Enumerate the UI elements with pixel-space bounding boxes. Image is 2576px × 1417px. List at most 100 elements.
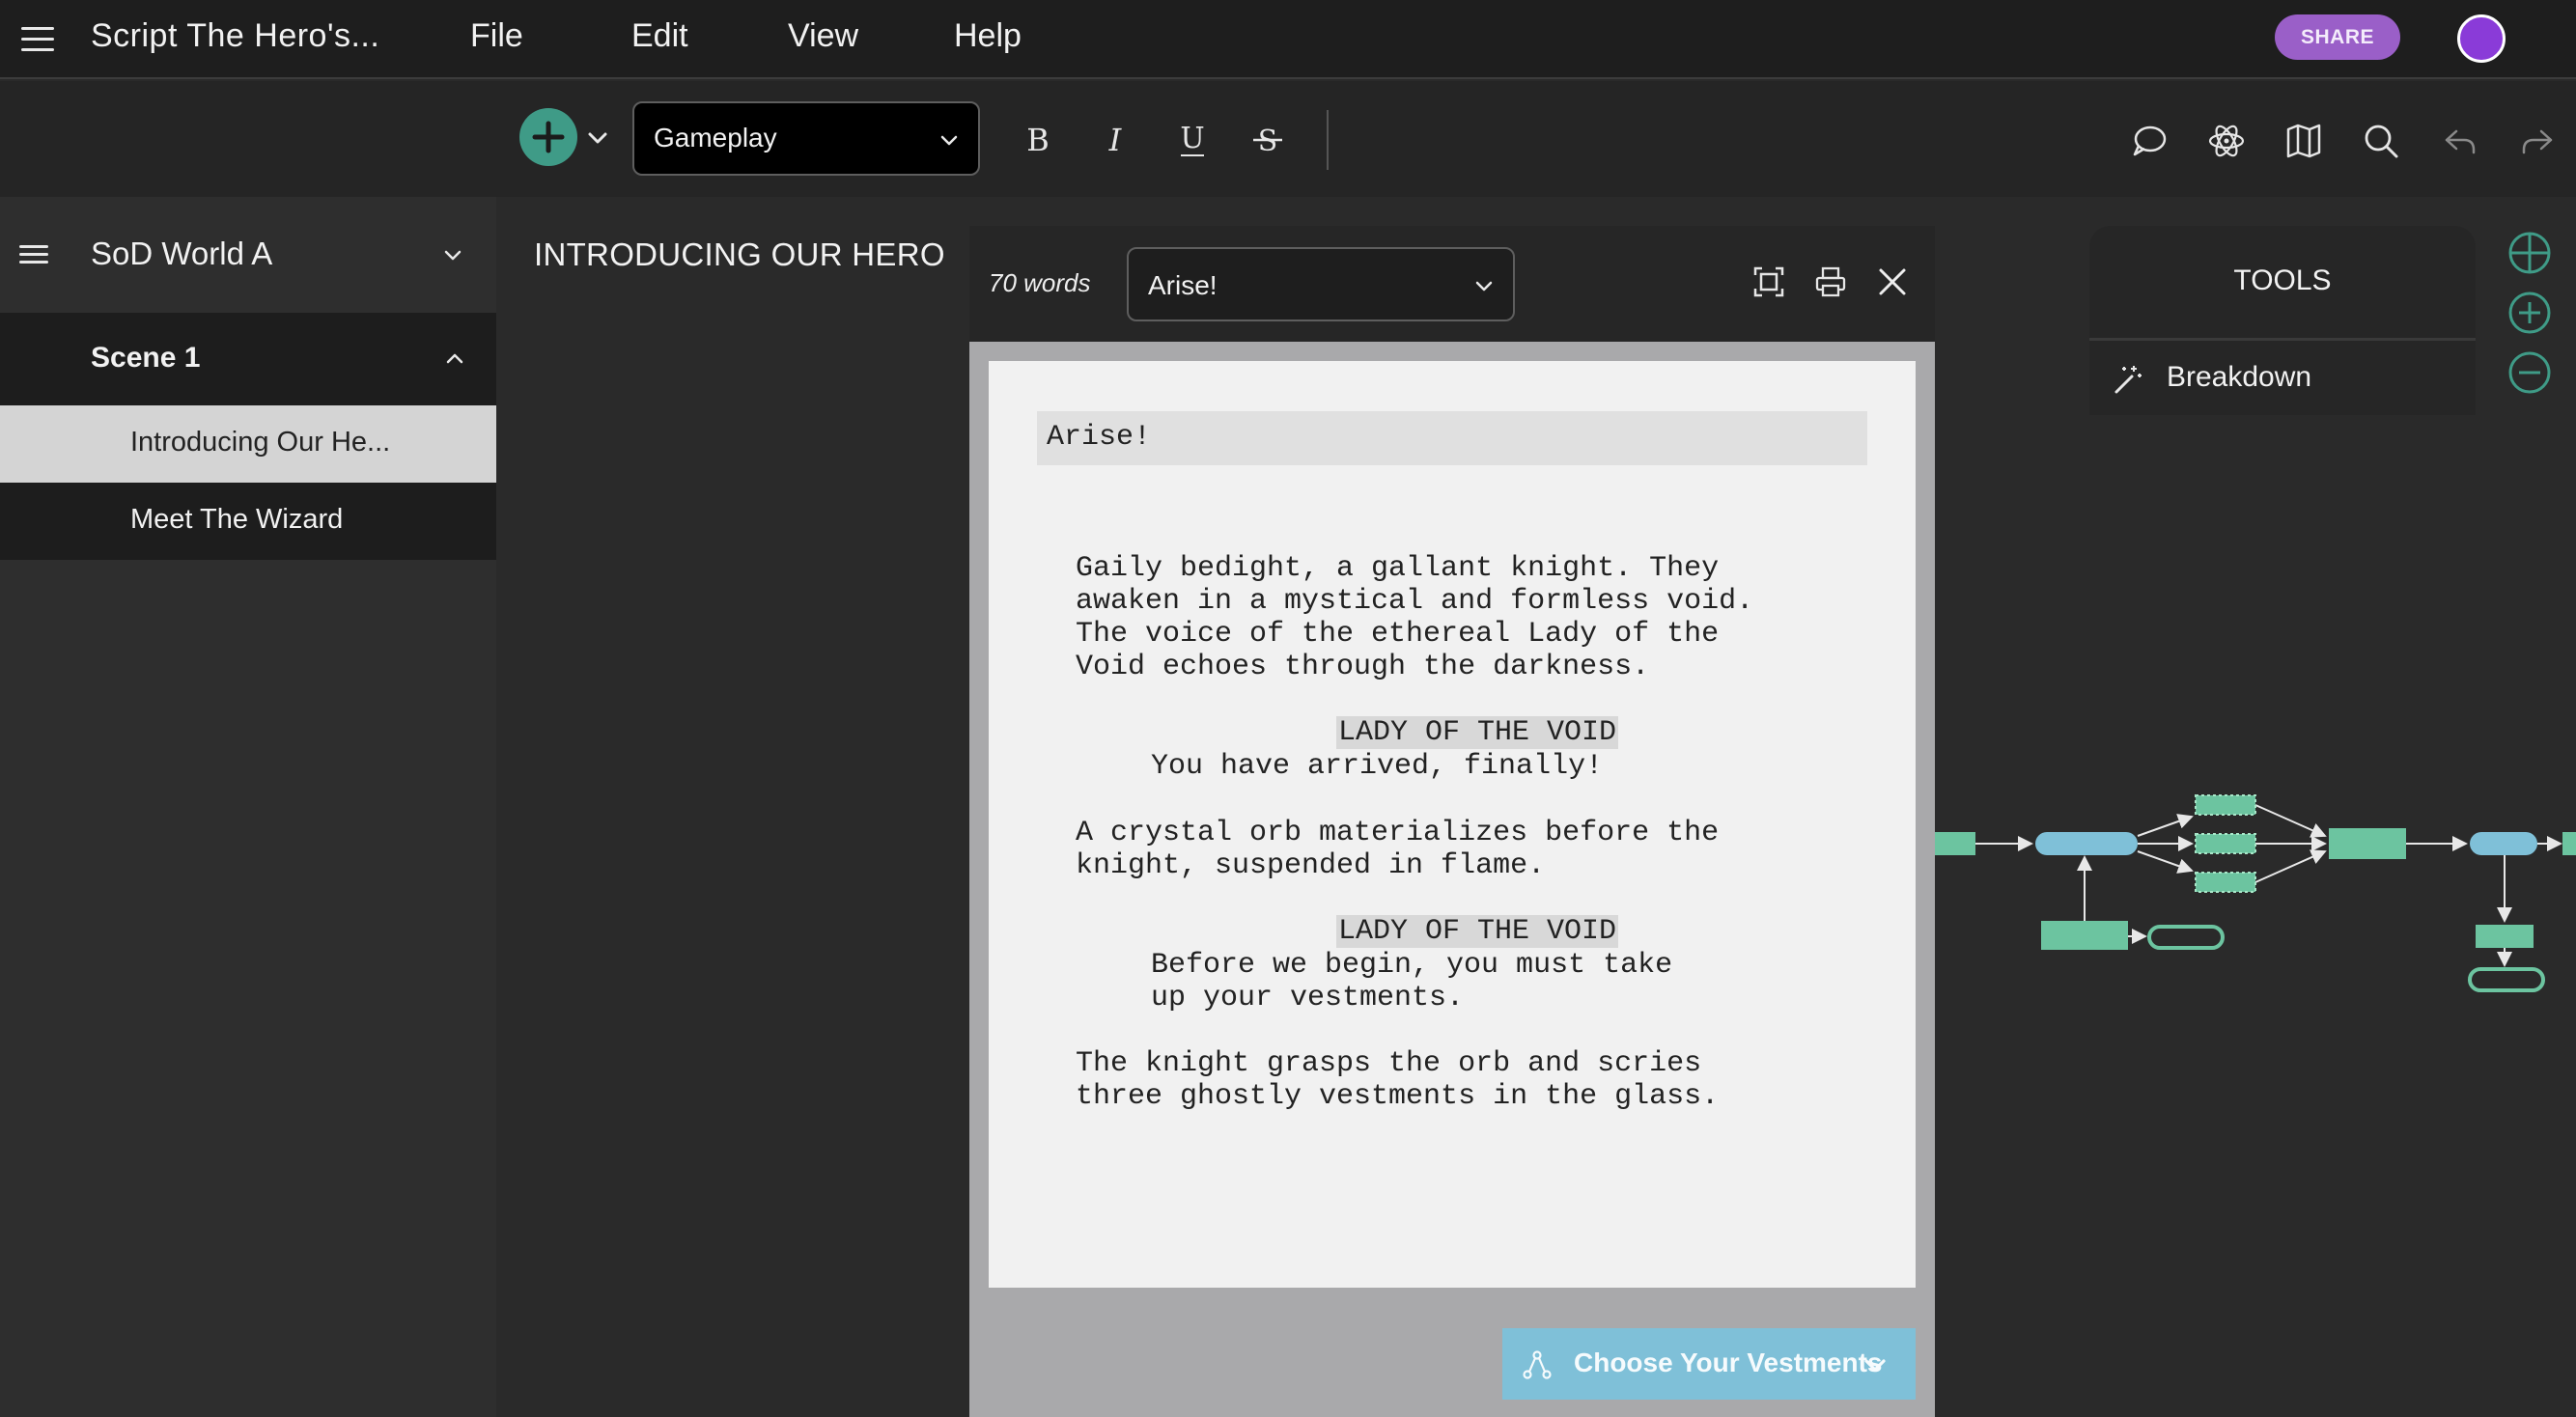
underline-icon: U <box>1180 122 1205 156</box>
redo-button[interactable] <box>2516 120 2559 162</box>
print-button[interactable] <box>1811 263 1850 301</box>
chevron-down-icon[interactable] <box>585 125 610 151</box>
map-button[interactable] <box>2282 120 2325 162</box>
script-heading-block[interactable]: Arise! <box>1037 411 1867 465</box>
menu-edit[interactable]: Edit <box>631 17 688 55</box>
atom-button[interactable] <box>2205 120 2248 162</box>
search-button[interactable] <box>2360 120 2402 162</box>
undo-button[interactable] <box>2439 120 2481 162</box>
svg-text:U: U <box>1180 122 1204 155</box>
add-block-button[interactable] <box>519 108 577 166</box>
strikethrough-button[interactable]: S <box>1246 117 1290 163</box>
magic-wand-icon <box>2111 363 2143 396</box>
character-name: LADY OF THE VOID <box>1336 716 1619 749</box>
zoom-in-icon <box>2508 292 2551 334</box>
comment-button[interactable] <box>2128 120 2170 162</box>
dialogue-line: up your vestments. <box>1151 982 1465 1014</box>
flow-node[interactable] <box>1935 832 1975 855</box>
word-count: 70 words <box>989 268 1091 297</box>
flow-node[interactable] <box>2476 925 2534 948</box>
choice-branch-button[interactable]: Choose Your Vestments <box>1502 1328 1916 1400</box>
action-line: The knight grasps the orb and scries <box>1076 1047 1702 1080</box>
block-type-value: Gameplay <box>654 123 777 153</box>
breakdown-tool[interactable]: Breakdown <box>2089 342 2476 415</box>
avatar[interactable] <box>2457 14 2506 63</box>
underline-button[interactable]: U <box>1170 117 1215 163</box>
fit-view-button[interactable] <box>2506 230 2553 276</box>
dialogue-line: You have arrived, finally! <box>1151 750 1604 783</box>
map-icon <box>2286 124 2321 158</box>
svg-text:I: I <box>1108 122 1123 158</box>
sidebar-scene-1[interactable]: Scene 1 <box>0 313 496 405</box>
share-button[interactable]: SHARE <box>2275 14 2400 60</box>
flow-node[interactable] <box>2195 794 2256 816</box>
flow-node[interactable] <box>2562 832 2576 855</box>
search-icon <box>2365 125 2398 158</box>
script-heading-text: Arise! <box>1047 421 1152 454</box>
sidebar-item-meet-the-wizard[interactable]: Meet The Wizard <box>0 483 496 560</box>
italic-button[interactable]: I <box>1093 117 1137 163</box>
zoom-out-icon <box>2508 351 2551 394</box>
close-icon <box>1879 268 1906 295</box>
action-line: awaken in a mystical and formless void. <box>1076 585 1754 618</box>
world-selector[interactable]: SoD World A <box>0 216 496 293</box>
branch-icon <box>1522 1349 1553 1380</box>
menu-file[interactable]: File <box>470 17 523 55</box>
flow-node[interactable] <box>2195 833 2256 854</box>
flow-node[interactable] <box>2035 832 2138 855</box>
sidebar-item-introducing-our-hero[interactable]: Introducing Our He... <box>0 405 496 483</box>
block-type-select[interactable]: Gameplay <box>632 101 980 176</box>
flow-node[interactable] <box>2041 921 2128 950</box>
close-button[interactable] <box>1873 263 1912 301</box>
menu-help[interactable]: Help <box>954 17 1022 55</box>
crosshair-icon <box>2508 232 2551 274</box>
action-line: three ghostly vestments in the glass. <box>1076 1080 1720 1113</box>
plus-icon <box>532 121 565 153</box>
character-name: LADY OF THE VOID <box>1336 915 1619 948</box>
outline-menu-icon[interactable] <box>19 245 48 264</box>
story-flow-graph[interactable] <box>1935 763 2576 1014</box>
strikethrough-icon: S <box>1253 125 1282 158</box>
bold-button[interactable]: B <box>1016 117 1060 163</box>
block-select-value: Arise! <box>1148 270 1218 300</box>
flow-node[interactable] <box>2329 828 2406 859</box>
action-line: knight, suspended in flame. <box>1076 849 1546 882</box>
app-title[interactable]: Script The Hero's... <box>91 17 379 55</box>
flow-node[interactable] <box>2470 832 2537 855</box>
menu-view[interactable]: View <box>788 17 858 55</box>
action-line: A crystal orb materializes before the <box>1076 817 1720 849</box>
chevron-down-icon[interactable] <box>440 243 465 268</box>
fit-screen-button[interactable] <box>1750 263 1788 301</box>
action-line: Void echoes through the darkness. <box>1076 651 1650 683</box>
flow-node[interactable] <box>2195 872 2256 893</box>
zoom-out-button[interactable] <box>2506 349 2553 396</box>
chevron-down-icon <box>938 128 961 152</box>
chevron-up-icon[interactable] <box>442 346 467 371</box>
action-line: The voice of the ethereal Lady of the <box>1076 618 1720 651</box>
editor-header: 70 words Arise! <box>969 226 1935 342</box>
world-title: SoD World A <box>91 236 273 271</box>
tools-title: TOOLS <box>2233 264 2332 296</box>
chevron-down-icon <box>1862 1352 1889 1379</box>
main-menu-icon[interactable] <box>21 27 54 52</box>
breakdown-label: Breakdown <box>2167 361 2312 393</box>
dialogue-line: Before we begin, you must take <box>1151 949 1673 982</box>
sidebar-item-label: Introducing Our He... <box>130 427 391 458</box>
bold-icon: B <box>1026 122 1050 158</box>
sidebar-item-label: Meet The Wizard <box>130 504 344 535</box>
block-select[interactable]: Arise! <box>1127 247 1515 321</box>
tools-panel: TOOLS Breakdown <box>2089 226 2476 415</box>
script-editor-panel: 70 words Arise! Arise! Gaily bedight, a … <box>969 226 1935 1417</box>
flow-end-node[interactable] <box>2468 967 2545 992</box>
comment-icon <box>2133 125 2167 156</box>
svg-text:S: S <box>1258 125 1278 158</box>
fit-screen-icon <box>1753 266 1784 297</box>
tools-divider <box>2089 338 2476 341</box>
menu-bar <box>0 0 2576 79</box>
script-page[interactable]: Arise! Gaily bedight, a gallant knight. … <box>989 361 1916 1288</box>
zoom-in-button[interactable] <box>2506 290 2553 336</box>
scene-heading: INTRODUCING OUR HERO <box>534 236 945 272</box>
flow-end-node[interactable] <box>2147 925 2225 950</box>
italic-icon: I <box>1108 122 1123 158</box>
atom-icon <box>2208 125 2245 157</box>
